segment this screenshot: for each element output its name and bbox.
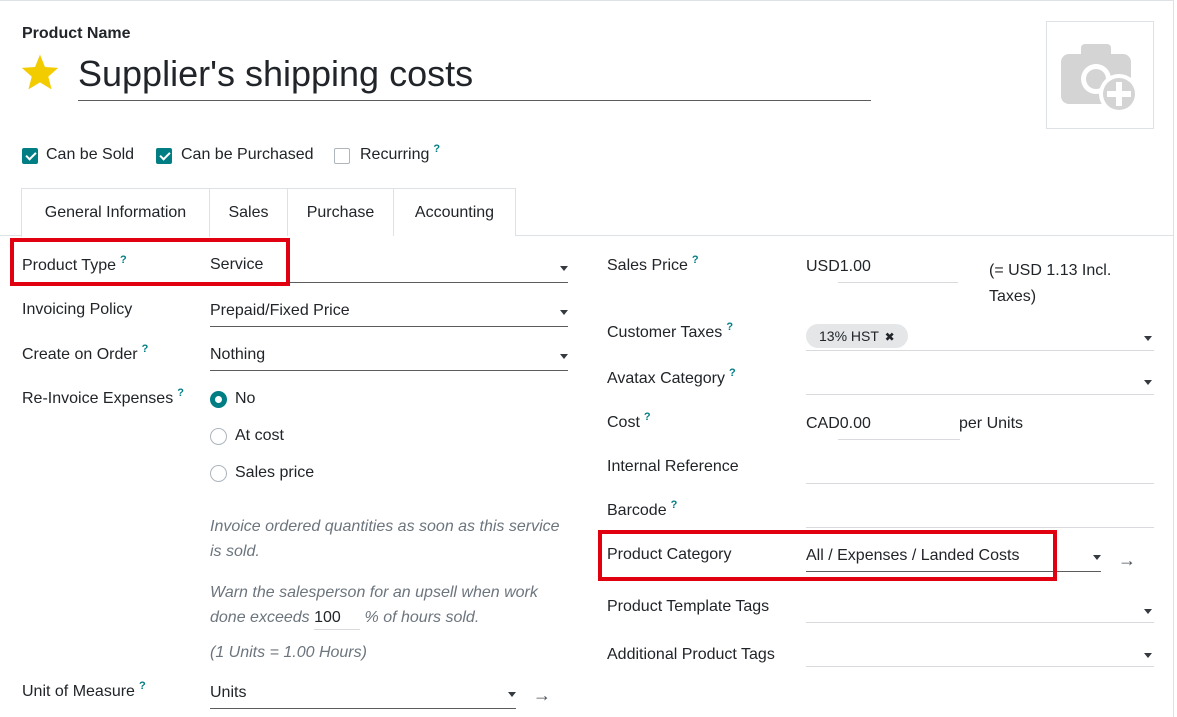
avatax-help-icon[interactable]: ? <box>729 367 736 379</box>
can-be-sold-label[interactable]: Can be Sold <box>46 146 134 164</box>
invoicing-note: Invoice ordered quantities as soon as th… <box>210 518 560 560</box>
avatax-category-select[interactable] <box>806 369 1154 395</box>
barcode-help-icon[interactable]: ? <box>671 499 678 511</box>
product-category-value: All / Expenses / Landed Costs <box>806 547 1020 564</box>
product-name-input[interactable]: Supplier's shipping costs <box>78 51 871 101</box>
sales-price-value: USD1.00 <box>806 258 871 275</box>
barcode-input[interactable] <box>806 502 1154 528</box>
cost-unit: per Units <box>959 415 1024 432</box>
internal-reference-label: Internal Reference <box>607 458 739 475</box>
can-be-purchased-label[interactable]: Can be Purchased <box>181 146 314 164</box>
uom-conversion-note: (1 Units = 1.00 Hours) <box>210 644 367 661</box>
create-on-order-value: Nothing <box>210 346 266 363</box>
create-on-order-select[interactable]: Nothing <box>210 346 568 371</box>
product-template-tags-label: Product Template Tags <box>607 598 770 615</box>
tab-general-information[interactable]: General Information <box>21 188 210 237</box>
upsell-note: Warn the salesperson for an upsell when … <box>210 580 555 630</box>
reinvoice-radio-at-cost[interactable] <box>210 428 227 445</box>
tab-sales[interactable]: Sales <box>209 188 288 236</box>
customer-taxes-label: Customer Taxes? <box>607 321 734 341</box>
create-on-order-help-icon[interactable]: ? <box>142 343 149 355</box>
sales-price-label: Sales Price? <box>607 254 699 274</box>
product-type-value: Service <box>210 256 264 273</box>
product-type-select[interactable]: Service <box>210 256 568 283</box>
camera-plus-icon <box>1061 44 1139 114</box>
tax-tag: 13% HST ✖ <box>806 324 908 348</box>
tab-purchase[interactable]: Purchase <box>287 188 394 236</box>
close-icon[interactable]: ✖ <box>885 330 895 344</box>
cost-value: CAD0.00 <box>806 415 871 432</box>
recurring-checkbox[interactable] <box>334 148 350 164</box>
unit-of-measure-label: Unit of Measure? <box>22 680 146 700</box>
upsell-threshold-input[interactable]: 100 <box>314 607 361 630</box>
product-category-select[interactable]: All / Expenses / Landed Costs <box>806 547 1101 572</box>
reinvoice-option-at-cost[interactable]: At cost <box>235 427 284 445</box>
invoicing-policy-value: Prepaid/Fixed Price <box>210 302 350 319</box>
sales-price-help-icon[interactable]: ? <box>692 254 699 266</box>
cost-label: Cost? <box>607 411 651 431</box>
reinvoice-option-sales-price[interactable]: Sales price <box>235 464 314 482</box>
reinvoice-option-no[interactable]: No <box>235 390 255 408</box>
reinvoice-expenses-label: Re-Invoice Expenses? <box>22 387 184 407</box>
sales-price-field[interactable]: USD1.00 <box>806 258 958 283</box>
invoicing-policy-label: Invoicing Policy <box>22 301 133 318</box>
unit-of-measure-select[interactable]: Units <box>210 684 516 709</box>
customer-taxes-field[interactable]: 13% HST ✖ <box>806 321 1154 351</box>
uom-help-icon[interactable]: ? <box>139 680 146 692</box>
product-type-help-icon[interactable]: ? <box>120 254 127 266</box>
cost-help-icon[interactable]: ? <box>644 411 651 423</box>
product-name-label: Product Name <box>22 25 131 42</box>
sales-price-incl-taxes: (= USD 1.13 Incl. Taxes) <box>989 262 1112 305</box>
product-image-upload[interactable] <box>1046 21 1154 129</box>
barcode-label: Barcode? <box>607 499 678 519</box>
product-type-label: Product Type? <box>22 254 127 274</box>
internal-reference-input[interactable] <box>806 458 1154 484</box>
chevron-down-icon <box>1144 336 1152 341</box>
chevron-down-icon <box>1144 380 1152 385</box>
can-be-sold-checkbox[interactable] <box>22 148 38 164</box>
unit-of-measure-value: Units <box>210 684 247 701</box>
chevron-down-icon <box>1093 555 1101 560</box>
chevron-down-icon <box>1144 653 1152 658</box>
recurring-label[interactable]: Recurring? <box>360 143 440 164</box>
chevron-down-icon <box>560 266 568 271</box>
additional-product-tags-label: Additional Product Tags <box>607 646 775 663</box>
chevron-down-icon <box>560 310 568 315</box>
product-form-sheet: Product Name Supplier's shipping costs C… <box>0 0 1174 717</box>
chevron-down-icon <box>560 354 568 359</box>
can-be-purchased-checkbox[interactable] <box>156 148 172 164</box>
customer-taxes-help-icon[interactable]: ? <box>726 321 733 333</box>
additional-product-tags-field[interactable] <box>806 641 1154 667</box>
reinvoice-radio-sales-price[interactable] <box>210 465 227 482</box>
invoicing-policy-select[interactable]: Prepaid/Fixed Price <box>210 302 568 327</box>
cost-field[interactable]: CAD0.00 <box>806 415 960 440</box>
arrow-right-icon[interactable]: → <box>1118 550 1136 571</box>
chevron-down-icon <box>508 692 516 697</box>
reinvoice-radio-no[interactable] <box>210 391 227 408</box>
recurring-help-icon[interactable]: ? <box>433 143 440 155</box>
avatax-category-label: Avatax Category? <box>607 367 736 387</box>
arrow-right-icon[interactable]: → <box>533 685 551 706</box>
tab-accounting[interactable]: Accounting <box>393 188 516 236</box>
product-category-label: Product Category <box>607 546 732 563</box>
favorite-star-icon[interactable] <box>20 53 60 91</box>
product-template-tags-field[interactable] <box>806 597 1154 623</box>
reinvoice-help-icon[interactable]: ? <box>177 387 184 399</box>
chevron-down-icon <box>1144 609 1152 614</box>
create-on-order-label: Create on Order? <box>22 343 149 363</box>
